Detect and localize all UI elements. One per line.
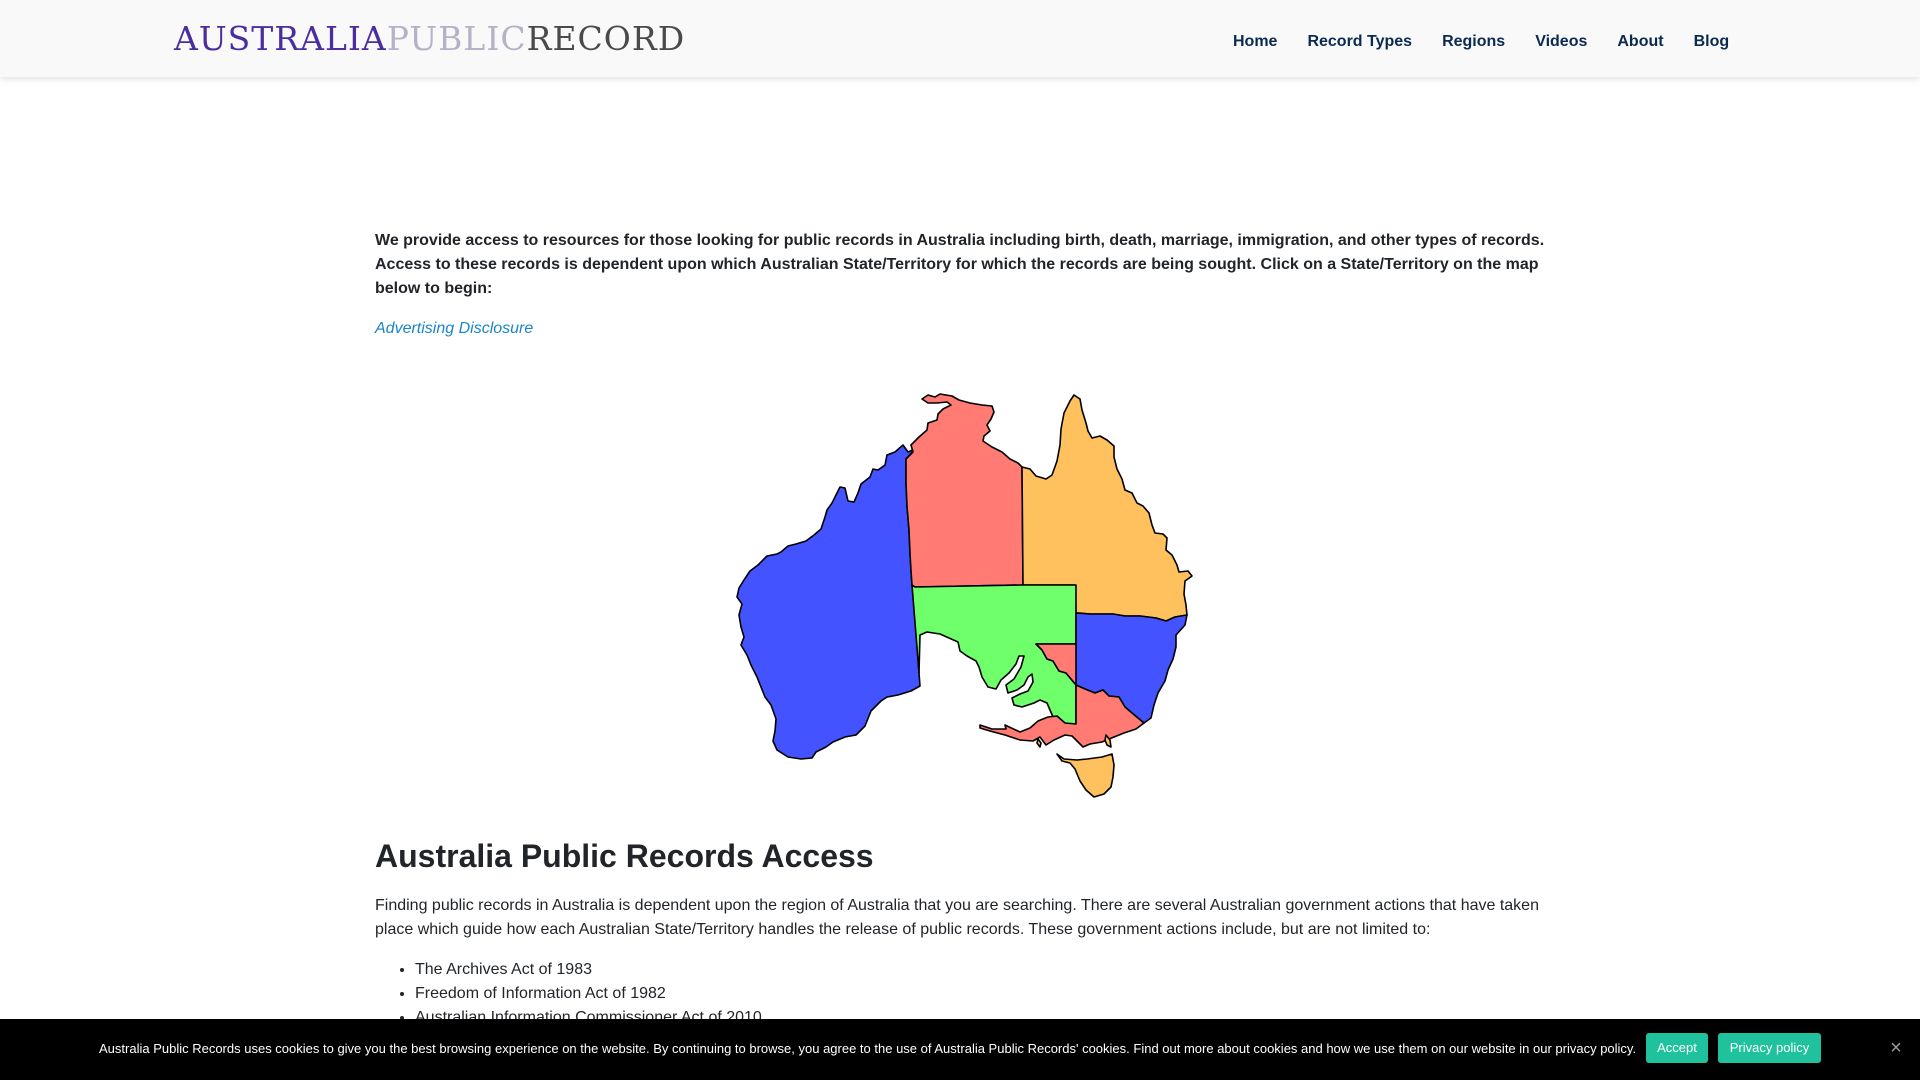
section-heading: Australia Public Records Access <box>375 838 874 874</box>
advertising-disclosure-link[interactable]: Advertising Disclosure <box>375 317 533 341</box>
map-state-tasmania[interactable] <box>1056 753 1115 798</box>
map-state-western-australia[interactable] <box>736 444 921 760</box>
logo-part-australia: AUSTRALIA <box>174 19 387 58</box>
nav-home[interactable]: Home <box>1233 30 1277 54</box>
privacy-policy-button[interactable]: Privacy policy <box>1718 1033 1821 1063</box>
accept-cookies-button[interactable]: Accept <box>1646 1033 1708 1063</box>
nav-record-types[interactable]: Record Types <box>1307 30 1412 54</box>
nav-about[interactable]: About <box>1617 30 1663 54</box>
intro-section: We provide access to resources for those… <box>375 229 1547 341</box>
close-icon[interactable]: × <box>1886 1038 1906 1058</box>
site-header: AUSTRALIAPUBLICRECORD Home Record Types … <box>0 0 1920 77</box>
logo-part-record: RECORD <box>526 19 686 58</box>
map-island-king <box>1036 738 1042 748</box>
main-nav: Home Record Types Regions Videos About B… <box>1233 30 1729 54</box>
list-item: Freedom of Information Act of 1982 <box>415 982 1547 1006</box>
nav-videos[interactable]: Videos <box>1535 30 1587 54</box>
logo-part-public: PUBLIC <box>386 19 527 58</box>
nav-blog[interactable]: Blog <box>1694 30 1730 54</box>
australia-map <box>730 385 1200 800</box>
site-logo[interactable]: AUSTRALIAPUBLICRECORD <box>174 17 685 61</box>
map-state-northern-territory[interactable] <box>905 393 1024 588</box>
section-paragraph: Finding public records in Australia is d… <box>375 897 1539 938</box>
list-item: The Archives Act of 1983 <box>415 958 1547 982</box>
cookie-banner: Australia Public Records uses cookies to… <box>0 1019 1920 1080</box>
intro-text: We provide access to resources for those… <box>375 232 1545 297</box>
nav-regions[interactable]: Regions <box>1442 30 1505 54</box>
records-access-section: Australia Public Records Access Finding … <box>375 836 1547 1030</box>
cookie-text: Australia Public Records uses cookies to… <box>99 1041 1637 1056</box>
